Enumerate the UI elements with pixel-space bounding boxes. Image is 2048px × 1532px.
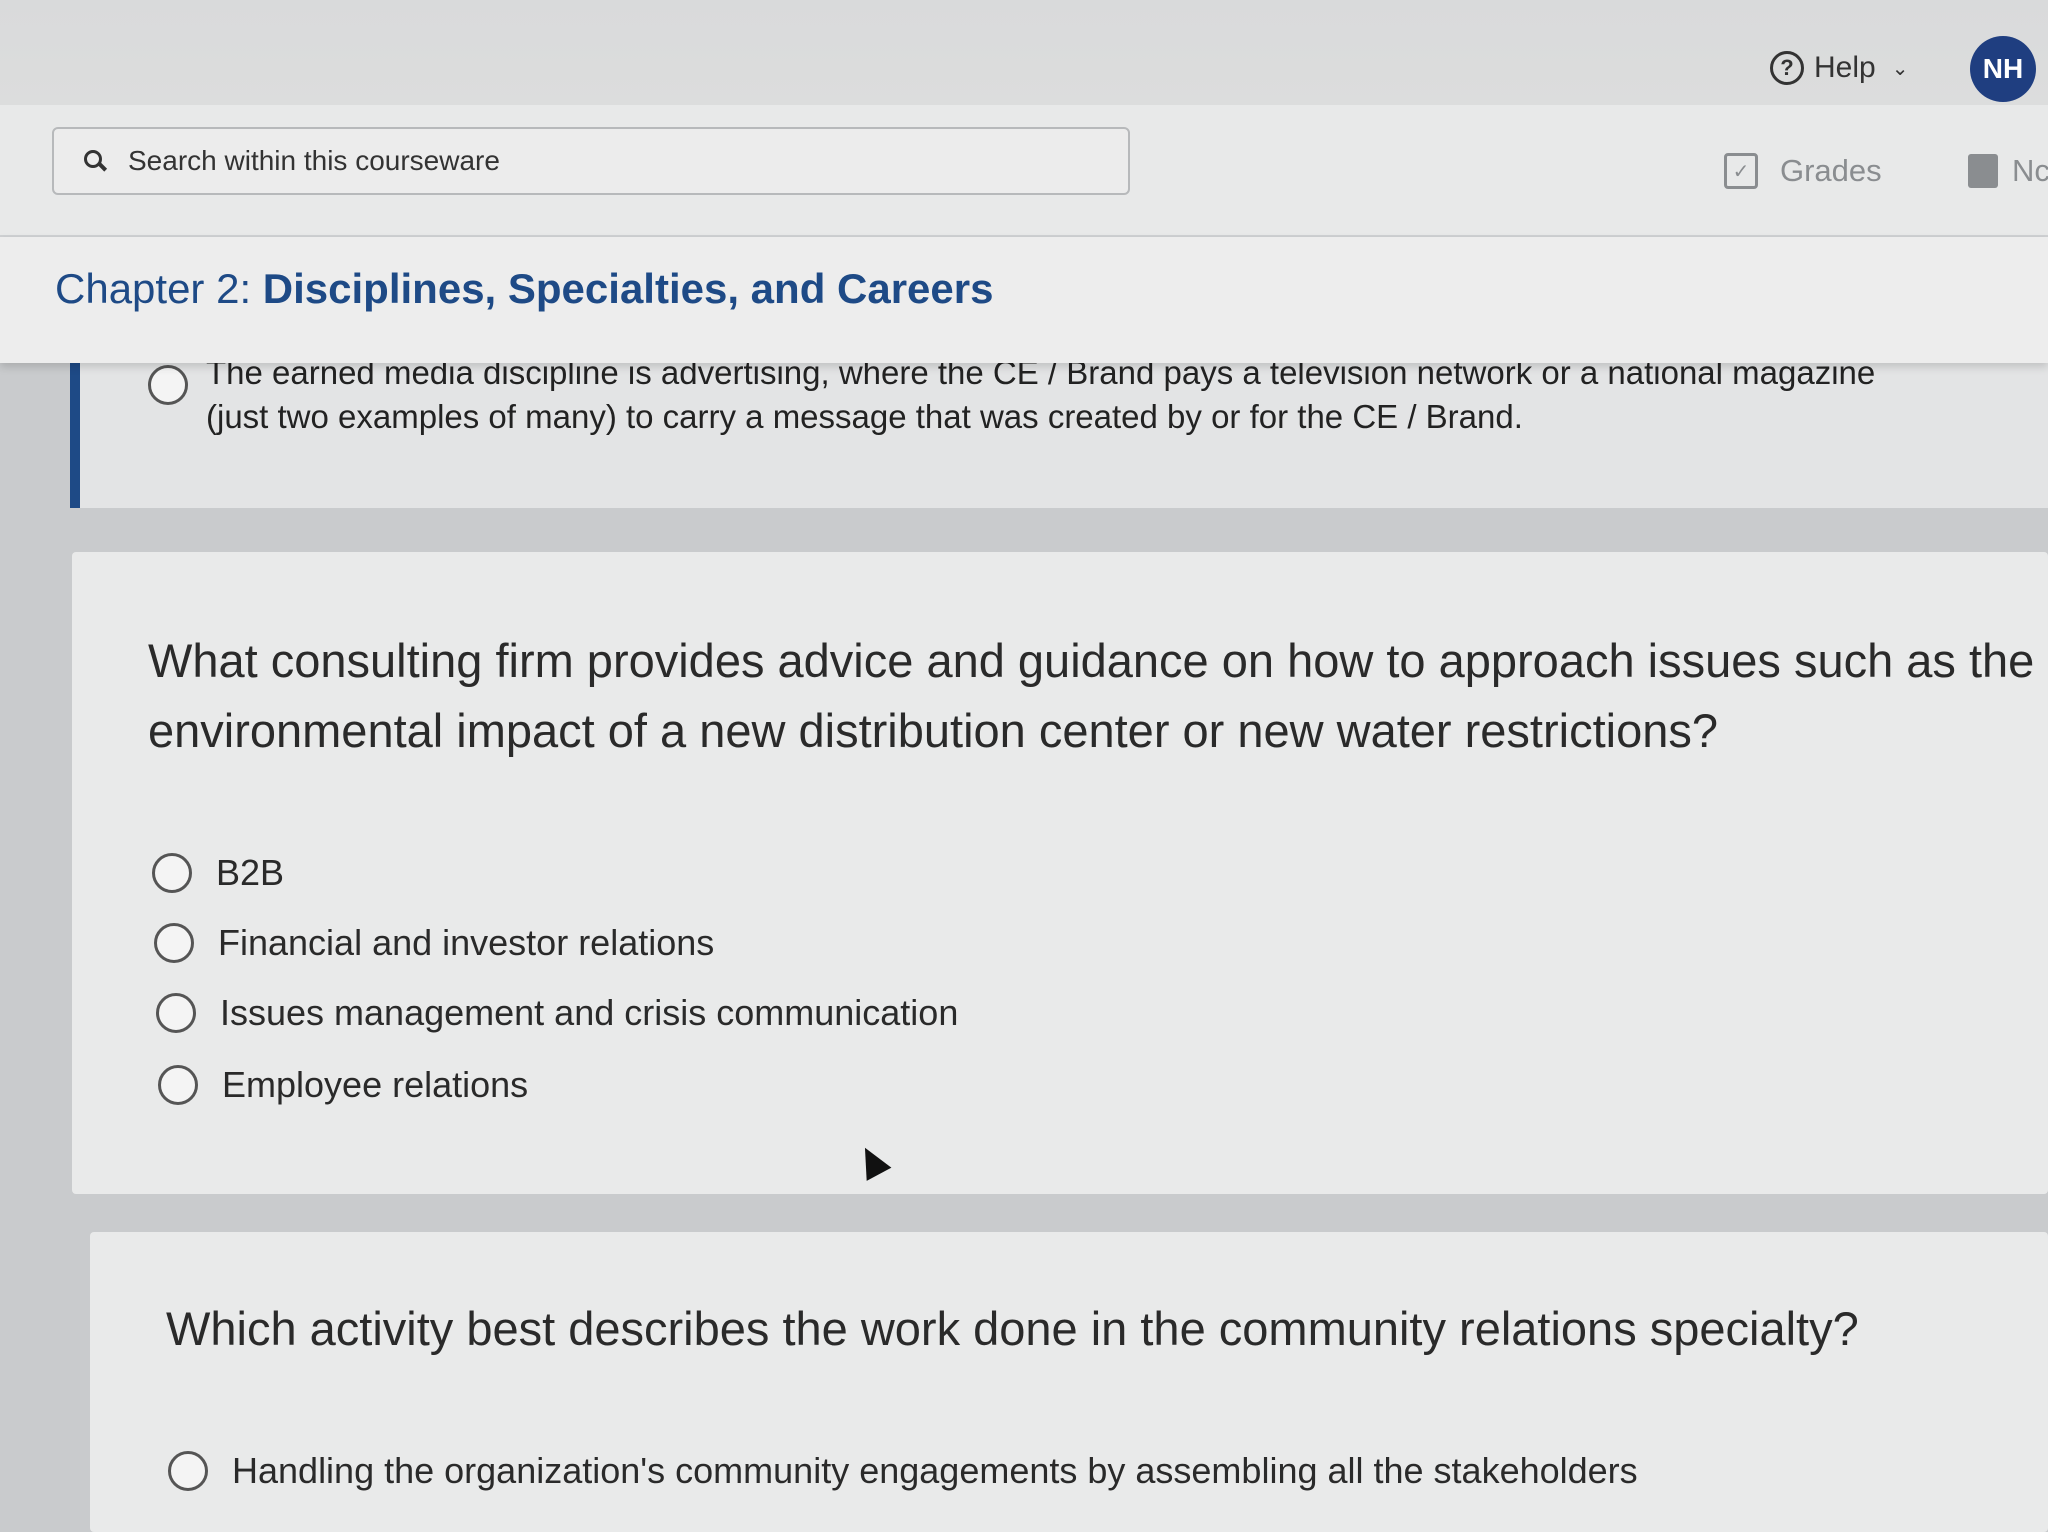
radio-button[interactable] — [168, 1451, 208, 1491]
notes-icon — [1968, 154, 1998, 188]
question-card: Which activity best describes the work d… — [90, 1232, 2048, 1532]
user-avatar[interactable]: NH — [1970, 36, 2036, 102]
grades-button[interactable]: ✓ Grades — [1724, 153, 1882, 189]
help-menu[interactable]: ? Help ⌄ — [1770, 46, 1908, 90]
grades-label: Grades — [1780, 153, 1882, 188]
notes-label: Nc — [2012, 153, 2048, 188]
question-line2: environmental impact of a new distributi… — [148, 704, 1719, 757]
previous-option-line2: (just two examples of many) to carry a m… — [206, 398, 1523, 435]
question-text: Which activity best describes the work d… — [166, 1302, 1859, 1355]
radio-button[interactable] — [156, 993, 196, 1033]
search-icon — [84, 150, 106, 172]
chapter-prefix: Chapter 2: — [55, 265, 263, 312]
previous-option-text: The earned media discipline is advertisi… — [206, 351, 2026, 439]
search-input[interactable]: Search within this courseware — [52, 127, 1130, 195]
previous-question-card: The earned media discipline is advertisi… — [70, 345, 2048, 508]
option-label: Handling the organization's community en… — [232, 1450, 1638, 1491]
answer-option[interactable]: Employee relations — [158, 1064, 528, 1106]
question-line1: What consulting firm provides advice and… — [148, 634, 2035, 687]
notes-button[interactable]: Nc — [1968, 153, 2048, 189]
option-label: Financial and investor relations — [218, 922, 715, 963]
grades-icon: ✓ — [1724, 153, 1758, 189]
question-card: What consulting firm provides advice and… — [72, 552, 2048, 1194]
answer-option[interactable]: Financial and investor relations — [154, 922, 714, 964]
option-label: B2B — [216, 852, 285, 893]
help-label: Help — [1814, 51, 1876, 84]
radio-button[interactable] — [158, 1065, 198, 1105]
search-placeholder: Search within this courseware — [128, 145, 500, 176]
option-label: Employee relations — [222, 1064, 529, 1105]
chapter-header: Chapter 2: Disciplines, Specialties, and… — [0, 237, 2048, 363]
answer-option[interactable]: B2B — [152, 852, 284, 894]
radio-button[interactable] — [154, 923, 194, 963]
question-text: What consulting firm provides advice and… — [148, 626, 2034, 766]
course-toolbar: Search within this courseware ✓ Grades N… — [0, 105, 2048, 237]
answer-option[interactable]: Issues management and crisis communicati… — [156, 992, 958, 1034]
option-label: Issues management and crisis communicati… — [220, 992, 959, 1033]
chevron-down-icon: ⌄ — [1891, 57, 1909, 80]
top-bar: ? Help ⌄ NH — [0, 0, 2048, 105]
chapter-name: Disciplines, Specialties, and Careers — [262, 265, 994, 312]
answer-option[interactable]: Handling the organization's community en… — [168, 1450, 1638, 1492]
radio-button[interactable] — [148, 365, 188, 405]
help-icon: ? — [1770, 51, 1804, 85]
chapter-title: Chapter 2: Disciplines, Specialties, and… — [55, 265, 993, 313]
radio-button[interactable] — [152, 853, 192, 893]
